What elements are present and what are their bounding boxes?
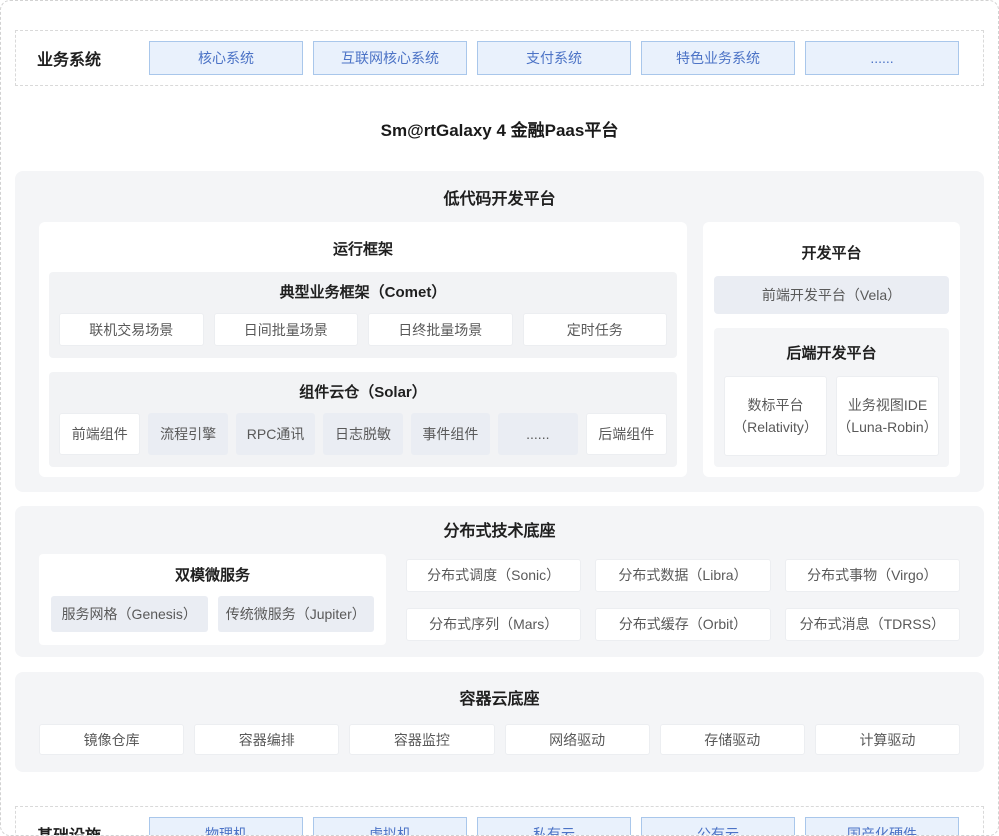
network-driver: 网络驱动 (505, 724, 650, 755)
comet-item-online-trading: 联机交易场景 (59, 313, 204, 346)
button-virtual-machine[interactable]: 虚拟机 (313, 817, 467, 836)
business-view-ide-code: （Luna-Robin） (837, 416, 937, 438)
comet-item-daytime-batch: 日间批量场景 (214, 313, 359, 346)
low-code-platform-title: 低代码开发平台 (39, 185, 960, 209)
frontend-dev-platform-vela: 前端开发平台（Vela） (714, 276, 949, 314)
distributed-transaction-virgo: 分布式事物（Virgo） (785, 559, 960, 592)
solar-chip-log-masking: 日志脱敏 (323, 413, 402, 455)
service-mesh-genesis: 服务网格（Genesis） (51, 596, 208, 632)
button-internet-core-system[interactable]: 互联网核心系统 (313, 41, 467, 75)
business-systems-strip: 业务系统 核心系统 互联网核心系统 支付系统 特色业务系统 ...... (15, 30, 984, 86)
architecture-diagram: 业务系统 核心系统 互联网核心系统 支付系统 特色业务系统 ...... Sm@… (0, 0, 999, 836)
page-title: Sm@rtGalaxy 4 金融Paas平台 (1, 116, 998, 141)
backend-dev-platform-row: 数标平台 （Relativity） 业务视图IDE （Luna-Robin） (724, 376, 939, 456)
button-payment-system[interactable]: 支付系统 (477, 41, 631, 75)
dual-mode-chips-row: 服务网格（Genesis） 传统微服务（Jupiter） (51, 596, 374, 632)
distributed-sequence-mars: 分布式序列（Mars） (406, 608, 581, 641)
data-standard-platform-code: （Relativity） (733, 416, 818, 438)
comet-item-scheduled-task: 定时任务 (523, 313, 668, 346)
image-registry: 镜像仓库 (39, 724, 184, 755)
infrastructure-label: 基础设施 (37, 822, 123, 836)
distributed-scheduling-sonic: 分布式调度（Sonic） (406, 559, 581, 592)
container-cloud-title: 容器云底座 (39, 685, 960, 709)
business-systems-label: 业务系统 (37, 46, 123, 70)
dual-mode-microservice-title: 双模微服务 (51, 560, 374, 596)
button-public-cloud[interactable]: 公有云 (641, 817, 795, 836)
low-code-platform-body: 运行框架 典型业务框架（Comet） 联机交易场景 日间批量场景 日终批量场景 … (39, 222, 960, 477)
distributed-services-grid: 分布式调度（Sonic） 分布式数据（Libra） 分布式事物（Virgo） 分… (406, 554, 960, 645)
comet-items-row: 联机交易场景 日间批量场景 日终批量场景 定时任务 (59, 313, 667, 346)
container-cloud-panel: 容器云底座 镜像仓库 容器编排 容器监控 网络驱动 存储驱动 计算驱动 (15, 672, 984, 772)
comet-framework-title: 典型业务框架（Comet） (59, 281, 667, 302)
distributed-base-body: 双模微服务 服务网格（Genesis） 传统微服务（Jupiter） 分布式调度… (39, 554, 960, 645)
infrastructure-button-row: 物理机 虚拟机 私有云 公有云 国产化硬件 (149, 817, 959, 836)
backend-dev-platform-title: 后端开发平台 (724, 337, 939, 376)
solar-items-row: 前端组件 流程引擎 RPC通讯 日志脱敏 事件组件 ...... 后端组件 (59, 413, 667, 455)
dual-mode-microservice-card: 双模微服务 服务网格（Genesis） 传统微服务（Jupiter） (39, 554, 386, 645)
button-physical-machine[interactable]: 物理机 (149, 817, 303, 836)
business-view-ide-luna-robin: 业务视图IDE （Luna-Robin） (836, 376, 939, 456)
distributed-cache-orbit: 分布式缓存（Orbit） (595, 608, 770, 641)
dev-platform-card: 开发平台 前端开发平台（Vela） 后端开发平台 数标平台 （Relativit… (703, 222, 960, 477)
solar-component-group: 组件云仓（Solar） 前端组件 流程引擎 RPC通讯 日志脱敏 事件组件 ..… (49, 372, 677, 467)
distributed-data-libra: 分布式数据（Libra） (595, 559, 770, 592)
solar-component-title: 组件云仓（Solar） (59, 381, 667, 402)
compute-driver: 计算驱动 (815, 724, 960, 755)
runtime-framework-title: 运行框架 (49, 231, 677, 272)
solar-chip-rpc: RPC通讯 (236, 413, 315, 455)
container-orchestration: 容器编排 (194, 724, 339, 755)
button-more-systems[interactable]: ...... (805, 41, 959, 75)
distributed-base-title: 分布式技术底座 (39, 517, 960, 541)
button-core-system[interactable]: 核心系统 (149, 41, 303, 75)
solar-chip-event-component: 事件组件 (411, 413, 490, 455)
solar-frontend-component: 前端组件 (59, 413, 140, 455)
button-special-business-system[interactable]: 特色业务系统 (641, 41, 795, 75)
data-standard-platform-relativity: 数标平台 （Relativity） (724, 376, 827, 456)
button-private-cloud[interactable]: 私有云 (477, 817, 631, 836)
solar-chip-process-engine: 流程引擎 (148, 413, 227, 455)
runtime-framework-card: 运行框架 典型业务框架（Comet） 联机交易场景 日间批量场景 日终批量场景 … (39, 222, 687, 477)
container-monitoring: 容器监控 (349, 724, 494, 755)
business-view-ide-name: 业务视图IDE (848, 394, 927, 416)
dev-platform-title: 开发平台 (714, 232, 949, 276)
low-code-platform-panel: 低代码开发平台 运行框架 典型业务框架（Comet） 联机交易场景 日间批量场景… (15, 171, 984, 492)
traditional-microservice-jupiter: 传统微服务（Jupiter） (218, 596, 375, 632)
comet-framework-group: 典型业务框架（Comet） 联机交易场景 日间批量场景 日终批量场景 定时任务 (49, 272, 677, 358)
backend-dev-platform-group: 后端开发平台 数标平台 （Relativity） 业务视图IDE （Luna-R… (714, 328, 949, 467)
data-standard-platform-name: 数标平台 (748, 394, 804, 416)
solar-backend-component: 后端组件 (586, 413, 667, 455)
storage-driver: 存储驱动 (660, 724, 805, 755)
business-systems-button-row: 核心系统 互联网核心系统 支付系统 特色业务系统 ...... (149, 41, 959, 75)
distributed-message-tdrss: 分布式消息（TDRSS） (785, 608, 960, 641)
infrastructure-strip: 基础设施 物理机 虚拟机 私有云 公有云 国产化硬件 (15, 806, 984, 836)
solar-chip-more: ...... (498, 413, 577, 455)
container-cloud-items-row: 镜像仓库 容器编排 容器监控 网络驱动 存储驱动 计算驱动 (39, 724, 960, 755)
distributed-base-panel: 分布式技术底座 双模微服务 服务网格（Genesis） 传统微服务（Jupite… (15, 506, 984, 657)
button-domestic-hardware[interactable]: 国产化硬件 (805, 817, 959, 836)
comet-item-endofday-batch: 日终批量场景 (368, 313, 513, 346)
